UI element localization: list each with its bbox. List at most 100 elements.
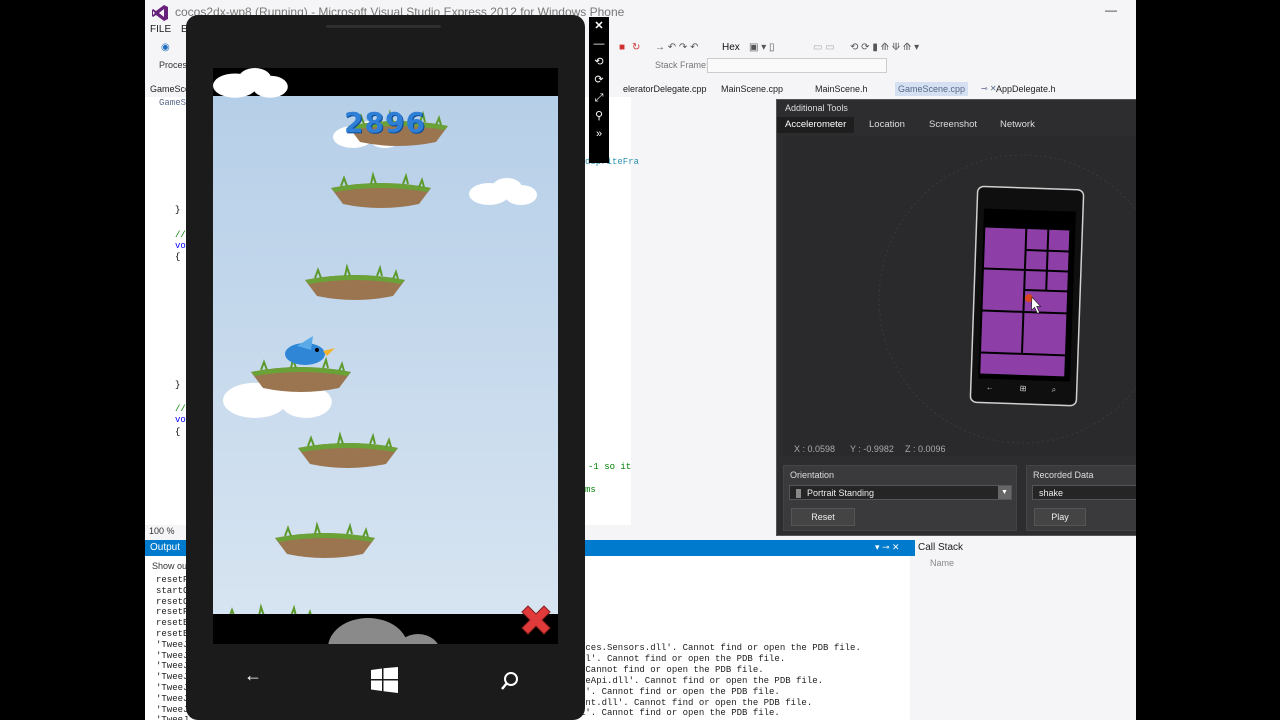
output-line: resetB (156, 629, 189, 639)
code-line: } (175, 380, 181, 390)
format-icon[interactable]: ▭ ▭ (813, 42, 835, 53)
additional-tools-window: Additional Tools ✕ Accelerometer Locatio… (776, 99, 1136, 536)
close-icon[interactable]: ✕ (589, 17, 609, 35)
close-game-icon[interactable] (516, 602, 556, 642)
play-button[interactable]: Play (1034, 508, 1086, 526)
zoom-icon[interactable]: ⚲ (589, 107, 609, 125)
editor-subtab[interactable]: GameS (159, 98, 186, 108)
recorded-data-group: Recorded Data shake ▼ Play (1026, 465, 1136, 531)
output-line: 'TweeJ (156, 650, 189, 661)
desktop-background (1136, 0, 1280, 720)
output-line: ceApi.dll'. Cannot find or open the PDB … (580, 675, 824, 686)
output-line: 'TweeJ (156, 672, 189, 683)
chevron-down-icon[interactable]: ▼ (998, 486, 1011, 499)
windows-start-icon[interactable] (371, 667, 398, 693)
recorded-data-label: Recorded Data (1033, 470, 1094, 480)
rotate-right-icon[interactable]: ⟳ (589, 71, 609, 89)
hex-toggle[interactable]: Hex (722, 42, 740, 53)
output-line: 'TweeJ (156, 639, 189, 650)
back-arrow-icon[interactable]: ← (244, 665, 262, 686)
stop-debugging-icon[interactable]: ■ (619, 42, 625, 53)
output-line: 'TweeJ (156, 704, 189, 715)
tab-screenshot[interactable]: Screenshot (921, 117, 985, 133)
stack-frame-label: Stack Frame: (655, 60, 709, 70)
screen: cocos2dx-wp8 (Running) - Microsoft Visua… (0, 0, 1280, 720)
visual-studio-logo-icon (152, 5, 168, 21)
platform (297, 434, 399, 469)
accelerometer-phone-model[interactable]: ← ⊞ ⌕ (783, 136, 1136, 456)
bookmark-icon[interactable]: ⟲ ⟳ ▮ ⟰ ⟱ ⟰ ▾ (850, 42, 919, 53)
minimize-button[interactable]: — (1105, 3, 1117, 17)
reset-button[interactable]: Reset (791, 508, 855, 526)
orientation-dropdown[interactable]: Portrait Standing ▼ (789, 485, 1012, 500)
tools-title: Additional Tools (785, 103, 848, 113)
output-line: 'TweeJ (156, 661, 189, 672)
tab-mainscene-h[interactable]: MainScene.h (812, 82, 871, 96)
stack-frame-dropdown[interactable] (707, 58, 887, 73)
more-tools-icon[interactable]: » (589, 125, 609, 143)
bird-icon (285, 336, 335, 365)
output-line: startG (156, 585, 189, 596)
z-readout: Z : 0.0096 (905, 444, 946, 454)
restart-icon[interactable]: ↻ (632, 42, 640, 53)
accelerometer-view[interactable]: ← ⊞ ⌕ (783, 136, 1136, 456)
svg-text:⊞: ⊞ (1020, 384, 1027, 393)
orientation-group: Orientation Portrait Standing ▼ Reset (783, 465, 1017, 531)
step-icon[interactable]: → ↶ ↷ ↶ (655, 42, 698, 53)
menu-file[interactable]: FILE (150, 24, 171, 35)
output-line: 'TweeJ (156, 693, 189, 704)
code-line: -1 so it (588, 462, 632, 472)
rotate-left-icon[interactable]: ⟲ (589, 53, 609, 71)
platform (304, 266, 406, 301)
phone-icon (796, 489, 801, 499)
code-line: // (175, 230, 186, 240)
output-line: ll'. Cannot find or open the PDB file. (580, 653, 786, 664)
phone-emulator: 2896 ← (186, 15, 585, 720)
output-line: resetP (156, 607, 189, 618)
tab-accelerometer[interactable]: Accelerometer (777, 117, 855, 133)
output-line: 'TweeJ (156, 683, 189, 693)
recorded-data-dropdown[interactable]: shake ▼ (1032, 485, 1136, 500)
platform (274, 524, 376, 559)
phone-screen[interactable]: 2896 (213, 68, 558, 644)
output-line: resetP (156, 575, 189, 585)
tab-gamescene-cpp[interactable]: GameScene.cpp (895, 82, 969, 96)
game-canvas[interactable]: 2896 (213, 68, 558, 628)
output-line: l'. Cannot find or open the PDB file. (580, 708, 780, 719)
y-readout: Y : -0.9982 (850, 444, 894, 454)
callstack-name-column[interactable]: Name (930, 558, 954, 568)
code-line: // (175, 404, 186, 414)
code-line: { (175, 252, 181, 262)
code-line: { (175, 427, 181, 437)
output-line: resetB (156, 618, 189, 629)
output-pin-icon[interactable]: ▾ ⊸ ✕ (875, 542, 900, 553)
output-line: ent.dll'. Cannot find or open the PDB fi… (580, 697, 813, 708)
tab-accelerator-delegate[interactable]: eleratorDelegate.cpp (620, 82, 710, 96)
back-nav-icon[interactable]: ◉ (161, 42, 170, 53)
orientation-label: Orientation (790, 470, 835, 480)
emulator-toolbar: ✕ — ⟲ ⟳ ⤢ ⚲ » (589, 17, 609, 163)
tab-location[interactable]: Location (861, 117, 913, 133)
tab-mainscene-cpp[interactable]: MainScene.cpp (718, 82, 786, 96)
tab-network[interactable]: Network (992, 117, 1043, 133)
show-output-label: Show out (152, 561, 190, 571)
output-line: Cannot find or open the PDB file. (580, 664, 764, 675)
callstack-title[interactable]: Call Stack (918, 542, 963, 553)
output-title[interactable]: Output (150, 542, 180, 553)
code-line: } (175, 205, 181, 215)
thread-icon[interactable]: ▣ ▾ ▯ (749, 42, 775, 53)
cloud (213, 68, 288, 98)
recorded-data-value: shake (1039, 488, 1064, 498)
svg-text:⌕: ⌕ (1052, 385, 1057, 394)
platform (330, 174, 432, 209)
output-line: resetC (156, 596, 189, 607)
zoom-level[interactable]: 100 % (149, 526, 175, 536)
tab-appdelegate-h[interactable]: AppDelegate.h (993, 82, 1059, 96)
fit-to-screen-icon[interactable]: ⤢ (589, 89, 609, 107)
speaker (326, 25, 441, 28)
svg-text:←: ← (986, 383, 994, 392)
output-line: 'TweeJ (156, 715, 188, 720)
search-icon[interactable] (500, 671, 520, 691)
minimize-icon[interactable]: — (589, 35, 609, 53)
x-readout: X : 0.0598 (794, 444, 836, 454)
